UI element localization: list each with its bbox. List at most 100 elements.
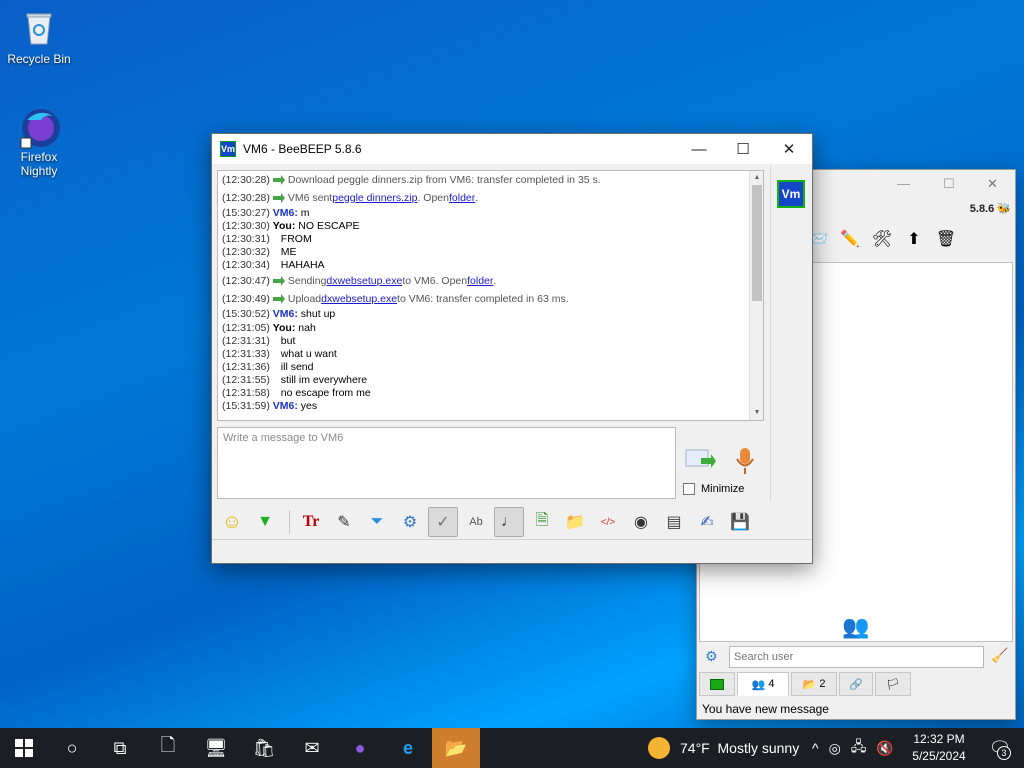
clock-date: 5/25/2024 xyxy=(912,749,966,763)
taskbar-monitor[interactable]: 🖥 xyxy=(192,728,240,768)
taskbar-firefox[interactable]: ● xyxy=(336,728,384,768)
send-file-icon[interactable]: 📁 xyxy=(560,507,590,537)
internet-explorer-icon: e xyxy=(402,737,413,758)
open-folder-link[interactable]: folder xyxy=(449,189,475,207)
scroll-thumb[interactable] xyxy=(752,185,762,301)
message-timestamp: (12:31:55) xyxy=(222,373,270,386)
chat-log-scrollbar[interactable]: ▲ ▼ xyxy=(749,171,763,420)
maximize-button[interactable]: ☐ xyxy=(943,176,955,192)
private-icon[interactable]: ▤ xyxy=(659,507,689,537)
chevron-up-icon[interactable]: ^ xyxy=(812,740,819,756)
file-link[interactable]: dxwebsetup.exe xyxy=(326,272,402,290)
minimize-button[interactable]: — xyxy=(897,176,910,191)
users-tab-icon: 👥 xyxy=(751,678,766,691)
tab-share[interactable]: 🏳 xyxy=(875,672,911,696)
network-search-icon[interactable]: ⚙ xyxy=(705,648,718,665)
message-timestamp: (12:31:58) xyxy=(222,387,270,400)
message-text: what u want xyxy=(280,347,337,360)
tab-network[interactable]: 🔗 xyxy=(839,672,873,696)
message-text: ill send xyxy=(280,360,314,373)
mail-icon: ✉ xyxy=(304,737,320,758)
voice-message-icon[interactable] xyxy=(734,446,756,476)
save-chat-icon[interactable]: 🗎 xyxy=(527,507,557,537)
weather-widget[interactable]: 74°F Mostly sunny xyxy=(648,728,799,768)
volume-muted-icon[interactable]: 🔇 xyxy=(876,740,893,757)
chat-log[interactable]: (12:30:28) Download peggle dinners.zip f… xyxy=(217,170,764,421)
desktop-icon-recycle-bin[interactable]: Recycle Bin xyxy=(1,8,77,66)
tab-users[interactable]: 👥 4 xyxy=(737,672,789,696)
title-bar[interactable]: Vm VM6 - BeeBEEP 5.8.6 — ☐ ✕ xyxy=(212,134,812,164)
search-user-input[interactable] xyxy=(730,647,983,667)
scroll-down-arrow[interactable]: ▼ xyxy=(750,406,763,420)
taskbar-store[interactable]: 🛍 xyxy=(240,728,288,768)
tools-icon[interactable]: 🛠 xyxy=(869,226,895,252)
file-link[interactable]: dxwebsetup.exe xyxy=(321,290,397,308)
clear-search-icon[interactable]: 🧹 xyxy=(991,647,1008,664)
minimize-checkbox[interactable] xyxy=(683,483,695,495)
firefox-nightly-icon: ● xyxy=(354,737,366,758)
settings-icon[interactable]: ⚙ xyxy=(395,507,425,537)
message-timestamp: (12:30:28) xyxy=(222,192,270,204)
minimize-button[interactable]: — xyxy=(676,134,722,164)
html-icon[interactable]: </> xyxy=(593,507,623,537)
color-icon[interactable]: ✎ xyxy=(329,507,359,537)
edit-status-icon[interactable]: ✏️ xyxy=(837,226,863,252)
system-message-text: Sending xyxy=(287,275,327,288)
chat-message-line: (12:30:31) FROM xyxy=(222,233,763,246)
taskbar-notepad[interactable]: 🗋 xyxy=(144,728,192,768)
message-timestamp: (12:30:32) xyxy=(222,246,270,259)
taskbar-edge[interactable]: e xyxy=(384,728,432,768)
font-icon[interactable]: Tr xyxy=(296,507,326,537)
file-link[interactable]: peggle dinners.zip xyxy=(332,189,417,207)
weather-text: Mostly sunny xyxy=(717,740,800,756)
network-icon[interactable]: 🖧 xyxy=(851,736,867,760)
system-message-line: (12:30:49) Upload dxwebsetup.exe to VM6:… xyxy=(222,290,763,308)
status-message: You have new message xyxy=(702,702,829,716)
tab-groups[interactable]: 📂 2 xyxy=(791,672,837,696)
taskbar-mail[interactable]: ✉ xyxy=(288,728,336,768)
emoticons-icon[interactable]: ☺ xyxy=(217,507,247,537)
meet-now-icon[interactable]: ◎ xyxy=(829,740,841,757)
trash-icon[interactable]: 🗑 xyxy=(933,226,959,252)
windows-icon xyxy=(15,739,33,757)
beebeep-icon: 📂 xyxy=(444,737,468,758)
chat-status-bar xyxy=(212,539,812,563)
screenshot-icon[interactable]: ◉ xyxy=(626,507,656,537)
notification-center-button[interactable]: 🗨 3 xyxy=(980,728,1020,768)
open-folder-link[interactable]: folder xyxy=(467,272,493,290)
user-avatar[interactable]: Vm xyxy=(777,180,805,208)
send-message-icon[interactable] xyxy=(685,446,717,474)
task-view-button[interactable]: ⧉ xyxy=(96,728,144,768)
close-button[interactable]: ✕ xyxy=(987,176,998,192)
message-timestamp: (12:30:31) xyxy=(222,233,270,246)
store-icon: 🛍 xyxy=(252,737,276,758)
taskbar-beebeep[interactable]: 📂 xyxy=(432,728,480,768)
maximize-button[interactable]: ☐ xyxy=(720,134,766,164)
message-input[interactable] xyxy=(218,428,675,498)
word-complete-icon[interactable]: Ab xyxy=(461,507,491,537)
clock[interactable]: 12:32 PM 5/25/2024 xyxy=(902,731,976,765)
search-button[interactable]: ○ xyxy=(48,728,96,768)
start-button[interactable] xyxy=(0,728,48,768)
desktop-icon-firefox-nightly[interactable]: Firefox Nightly xyxy=(1,106,77,178)
tab-chats[interactable] xyxy=(699,672,735,696)
system-message-text: VM6 sent xyxy=(287,192,333,204)
scroll-up-arrow[interactable]: ▲ xyxy=(750,171,763,185)
filter-icon[interactable]: ⏷ xyxy=(362,507,392,537)
upload-icon[interactable]: ⬆ xyxy=(901,226,927,252)
message-timestamp: (12:30:49) xyxy=(222,293,270,306)
spellcheck-icon[interactable]: ✓ xyxy=(428,507,458,537)
chat-message-line: (12:31:05) You: nah xyxy=(222,322,763,335)
sound-icon[interactable]: ♩ xyxy=(494,507,524,537)
close-button[interactable]: ✕ xyxy=(766,134,812,164)
system-message-text: to VM6: transfer completed in 63 ms. xyxy=(397,293,569,306)
message-input-box xyxy=(217,427,676,499)
notes-icon[interactable]: ✍ xyxy=(692,507,722,537)
save-icon[interactable]: 💾 xyxy=(725,507,755,537)
main-toolbar: 📨 ✏️ 🛠 ⬆ 🗑 xyxy=(805,226,965,252)
expand-icon[interactable]: ▼ xyxy=(250,507,280,537)
system-message-text: Download peggle dinners.zip from VM6: tr… xyxy=(287,174,601,186)
clock-time: 12:32 PM xyxy=(913,732,965,746)
minimize-checkbox-row[interactable]: Minimize xyxy=(683,483,744,495)
task-view-icon: ⧉ xyxy=(113,737,127,758)
